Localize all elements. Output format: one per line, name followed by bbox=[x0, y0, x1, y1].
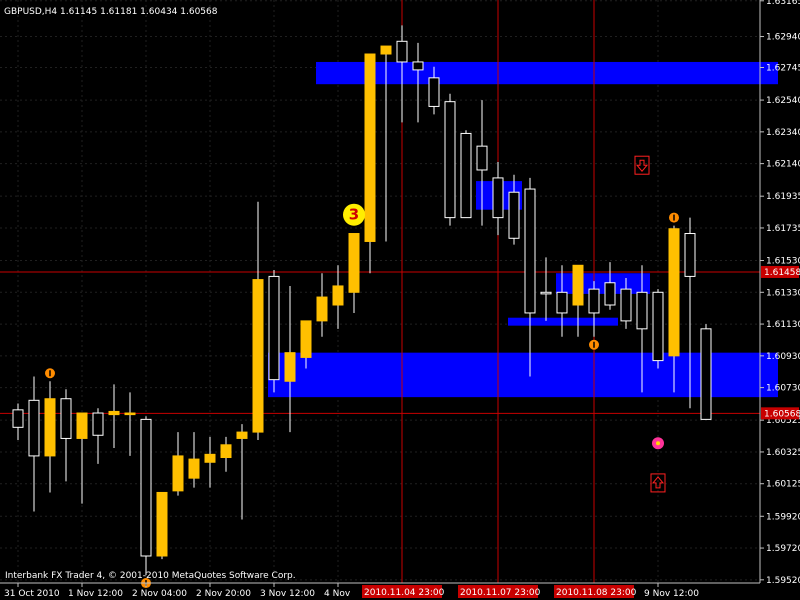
candle-body bbox=[60, 398, 72, 439]
x-tick-label: 4 Nov bbox=[324, 589, 351, 599]
zone-rectangle bbox=[316, 61, 778, 85]
candle-body bbox=[508, 191, 520, 239]
time-label: 2010.11.07 23:00 bbox=[460, 588, 541, 598]
time-label: 2010.11.08 23:00 bbox=[556, 588, 637, 598]
zone-rectangle bbox=[508, 317, 618, 326]
y-tick-label: 1.61935 bbox=[766, 192, 800, 202]
candle-body bbox=[412, 61, 424, 71]
candle-body bbox=[316, 296, 328, 322]
chart-footer: Interbank FX Trader 4, © 2001-2010 MetaQ… bbox=[5, 571, 296, 581]
time-label: 2010.11.04 23:00 bbox=[364, 588, 445, 598]
candle-body bbox=[668, 228, 680, 357]
y-tick-label: 1.60730 bbox=[766, 384, 800, 394]
chart-background bbox=[0, 0, 800, 600]
y-tick-label: 1.60325 bbox=[766, 448, 800, 458]
candle-body bbox=[140, 418, 152, 557]
candle-body bbox=[348, 233, 360, 293]
candle-body bbox=[588, 288, 600, 314]
candle-body bbox=[300, 320, 312, 358]
candle-body bbox=[524, 188, 536, 314]
y-tick-label: 1.61735 bbox=[766, 224, 800, 234]
candle-body bbox=[428, 77, 440, 107]
candle-body bbox=[76, 412, 88, 439]
candle-body bbox=[492, 177, 504, 219]
y-tick-label: 1.62540 bbox=[766, 96, 800, 106]
candle-body bbox=[188, 458, 200, 479]
y-tick-label: 1.61530 bbox=[766, 257, 800, 267]
candle-body bbox=[28, 399, 40, 457]
y-tick-label: 1.60930 bbox=[766, 352, 800, 362]
price-label: 1.61458 bbox=[764, 268, 800, 278]
candle-body bbox=[172, 455, 184, 492]
y-tick-label: 1.59520 bbox=[766, 576, 800, 586]
candle-body bbox=[620, 288, 632, 322]
candle-body bbox=[572, 264, 584, 306]
y-tick-label: 1.62340 bbox=[766, 128, 800, 138]
candle-body bbox=[108, 410, 120, 416]
candle-body bbox=[380, 45, 392, 55]
candle-body bbox=[204, 453, 216, 463]
x-tick-label: 2 Nov 04:00 bbox=[132, 589, 187, 599]
candle-body bbox=[700, 328, 712, 420]
candle-body bbox=[220, 444, 232, 459]
y-tick-label: 1.59720 bbox=[766, 544, 800, 554]
candle-body bbox=[156, 491, 168, 557]
candle-body bbox=[332, 285, 344, 306]
x-tick-label: 9 Nov 12:00 bbox=[644, 589, 699, 599]
candle-body bbox=[684, 233, 696, 277]
y-tick-label: 1.63165 bbox=[766, 0, 800, 7]
candle-body bbox=[540, 291, 552, 295]
y-tick-label: 1.62940 bbox=[766, 33, 800, 43]
y-tick-label: 1.61130 bbox=[766, 320, 800, 330]
x-tick-label: 1 Nov 12:00 bbox=[68, 589, 123, 599]
candle-body bbox=[636, 291, 648, 330]
candle-body bbox=[460, 132, 472, 219]
y-tick-label: 1.59920 bbox=[766, 512, 800, 522]
candle-body bbox=[364, 53, 376, 242]
chart-title: GBPUSD,H4 1.61145 1.61181 1.60434 1.6056… bbox=[4, 7, 218, 17]
signal-marker-center bbox=[656, 441, 660, 446]
y-tick-label: 1.60125 bbox=[766, 480, 800, 490]
candle-body bbox=[476, 145, 488, 171]
candle-body bbox=[396, 40, 408, 63]
chart-canvas[interactable]: 3 1.63165 1.62940 1.62745 1.62540 1.62340 1.6… bbox=[0, 0, 800, 600]
candle-body bbox=[44, 398, 56, 457]
candle-body bbox=[268, 275, 280, 381]
candle-body bbox=[556, 291, 568, 314]
y-tick-label: 1.61330 bbox=[766, 288, 800, 298]
candle-body bbox=[236, 431, 248, 439]
y-tick-label: 1.62745 bbox=[766, 64, 800, 74]
candle-body bbox=[284, 352, 296, 382]
candle-body bbox=[12, 409, 24, 428]
candle-body bbox=[92, 412, 104, 436]
candle-body bbox=[604, 282, 616, 306]
candle-body bbox=[124, 412, 136, 416]
annotation-number: 3 bbox=[349, 206, 359, 224]
price-label: 1.60568 bbox=[764, 409, 800, 419]
candle-body bbox=[444, 101, 456, 219]
y-tick-label: 1.62140 bbox=[766, 160, 800, 170]
x-tick-label: 3 Nov 12:00 bbox=[260, 589, 315, 599]
x-tick-label: 2 Nov 20:00 bbox=[196, 589, 251, 599]
candle-body bbox=[652, 291, 664, 362]
zone-rectangle bbox=[556, 273, 650, 294]
x-tick-label: 31 Oct 2010 bbox=[4, 589, 60, 599]
candle-body bbox=[252, 279, 264, 433]
